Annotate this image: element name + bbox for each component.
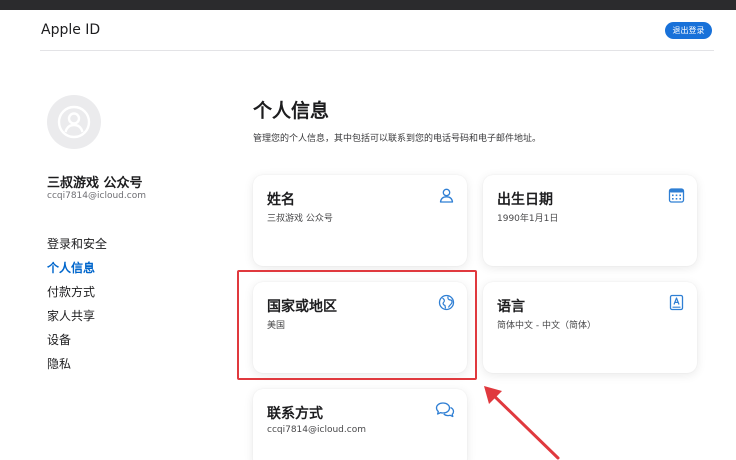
language-book-icon xyxy=(668,294,685,311)
card-title: 姓名 xyxy=(267,192,295,208)
card-contact-info[interactable]: 联系方式 ccqi7814@icloud.com xyxy=(253,389,467,460)
card-value: 1990年1月1日 xyxy=(497,214,559,224)
card-name[interactable]: 姓名 三叔游戏 公众号 xyxy=(253,175,467,266)
globe-icon xyxy=(438,294,455,311)
card-value: 三叔游戏 公众号 xyxy=(267,214,333,224)
header-title: Apple ID xyxy=(41,22,101,38)
avatar[interactable] xyxy=(47,95,101,149)
card-value: 美国 xyxy=(267,321,286,331)
user-name: 三叔游戏 公众号 xyxy=(47,176,143,191)
calendar-icon xyxy=(668,187,685,204)
person-icon xyxy=(438,187,455,204)
card-title: 语言 xyxy=(497,299,525,315)
card-language[interactable]: 语言 简体中文 - 中文（简体） xyxy=(483,282,697,373)
sidebar-item-privacy[interactable]: 隐私 xyxy=(47,355,107,379)
card-title: 联系方式 xyxy=(267,406,323,422)
annotation-arrow-icon xyxy=(484,386,560,460)
chat-bubbles-icon xyxy=(435,401,455,418)
card-value: 简体中文 - 中文（简体） xyxy=(497,321,596,331)
page-title: 个人信息 xyxy=(253,100,330,122)
sidebar-nav: 登录和安全 个人信息 付款方式 家人共享 设备 隐私 xyxy=(47,235,107,379)
card-value: ccqi7814@icloud.com xyxy=(267,425,366,435)
header-divider xyxy=(40,50,714,51)
card-birthday[interactable]: 出生日期 1990年1月1日 xyxy=(483,175,697,266)
card-title: 出生日期 xyxy=(497,192,553,208)
sidebar-item-sign-in-security[interactable]: 登录和安全 xyxy=(47,235,107,259)
user-silhouette-icon xyxy=(57,105,91,139)
user-email: ccqi7814@icloud.com xyxy=(47,191,146,201)
page-description: 管理您的个人信息，其中包括可以联系到您的电话号码和电子邮件地址。 xyxy=(253,134,542,144)
signout-button[interactable]: 退出登录 xyxy=(665,22,712,39)
top-window-strip xyxy=(0,0,736,10)
sidebar-item-devices[interactable]: 设备 xyxy=(47,331,107,355)
sidebar-item-family-sharing[interactable]: 家人共享 xyxy=(47,307,107,331)
card-title: 国家或地区 xyxy=(267,299,337,315)
card-country-region[interactable]: 国家或地区 美国 xyxy=(253,282,467,373)
sidebar-item-personal-info[interactable]: 个人信息 xyxy=(47,259,107,283)
sidebar-item-payment-methods[interactable]: 付款方式 xyxy=(47,283,107,307)
